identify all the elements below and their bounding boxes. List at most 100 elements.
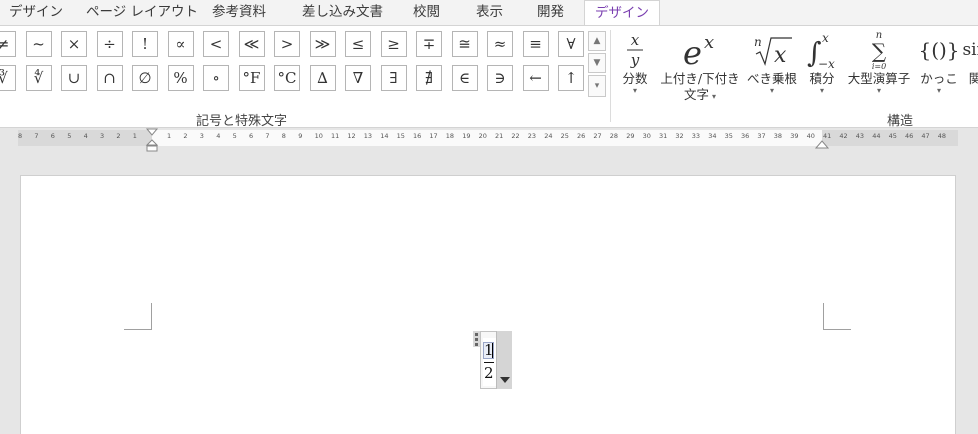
ruler-number: 1 [167, 132, 172, 140]
tab-references[interactable]: 参考資料 [212, 0, 266, 25]
symbol-button[interactable]: ∜ [25, 65, 52, 91]
symbol-button[interactable]: ≤ [345, 31, 371, 57]
ruler-number: 4 [216, 132, 221, 140]
symbol-button[interactable]: ∅ [132, 65, 158, 91]
svg-text:i=0: i=0 [872, 62, 886, 71]
symbol-button[interactable]: ∈ [451, 65, 478, 91]
tab-page-layout[interactable]: ページ レイアウト [86, 0, 198, 25]
fraction-denominator[interactable]: 2 [484, 364, 494, 382]
svg-text:−x: −x [818, 57, 835, 70]
symbol-button[interactable]: ≠ [0, 31, 16, 57]
ruler-number: 1 [132, 132, 137, 140]
chevron-down-icon: ▾ [819, 86, 824, 95]
tab-mailings[interactable]: 差し込み文書 [302, 0, 383, 25]
symbol-button[interactable]: ← [522, 65, 549, 91]
symbol-button[interactable]: °C [274, 65, 300, 91]
symbol-button[interactable]: ≪ [238, 31, 265, 57]
ruler-number: 13 [363, 132, 373, 140]
symbol-button[interactable]: ≈ [487, 31, 513, 57]
symbol-button[interactable]: ∋ [487, 65, 513, 91]
symbol-button[interactable]: > [274, 31, 300, 57]
symbol-button[interactable]: ÷ [96, 31, 123, 57]
ruler-number: 6 [249, 132, 254, 140]
summation-icon: n ∑ i=0 [841, 29, 917, 71]
function-button[interactable]: sin 関 [960, 29, 978, 87]
script-button[interactable]: e x 上付き/下付き 文字 ▾ [657, 29, 743, 103]
gallery-scroll-down-button[interactable]: ▼ [588, 53, 606, 73]
ruler-number: 6 [50, 132, 55, 140]
svg-text:x: x [631, 31, 640, 49]
tab-equation-design[interactable]: デザイン [584, 0, 660, 26]
ruler-number: 15 [396, 132, 405, 140]
svg-text:y: y [630, 51, 640, 69]
ruler-number: 2 [116, 132, 121, 140]
large-operator-button[interactable]: n ∑ i=0 大型演算子 ▾ [841, 29, 917, 95]
integral-button[interactable]: ∫ x −x 積分 ▾ [803, 29, 841, 95]
ruler-number: 47 [921, 132, 930, 140]
symbol-button[interactable]: × [61, 31, 87, 57]
equation-options-button[interactable] [496, 331, 512, 389]
ribbon-tab-bar: デザイン ページ レイアウト 参考資料 差し込み文書 校閲 表示 開発 デザイン [0, 0, 978, 26]
symbol-button[interactable]: ≥ [380, 31, 407, 57]
ruler-number: 8 [18, 132, 23, 140]
ruler-number: 18 [445, 132, 455, 140]
symbol-button[interactable]: ↑ [558, 65, 584, 91]
symbol-button[interactable]: °F [238, 65, 265, 91]
svg-text:∑: ∑ [872, 39, 887, 63]
symbol-button[interactable]: ! [132, 31, 158, 57]
symbol-button[interactable]: ∪ [61, 65, 87, 91]
ruler-number: 21 [495, 132, 504, 140]
radical-icon: n x [745, 29, 799, 71]
document-page[interactable] [20, 175, 956, 434]
ruler-number: 17 [429, 132, 438, 140]
tab-review[interactable]: 校閲 [413, 0, 440, 25]
symbol-button[interactable]: ∄ [416, 65, 442, 91]
fraction-label: 分数 [622, 71, 648, 86]
ruler-number: 5 [67, 132, 72, 140]
gallery-scroll-up-button[interactable]: ▲ [588, 31, 606, 51]
document-workspace [0, 152, 978, 434]
function-label: 関 [968, 71, 978, 86]
svg-text:n: n [754, 35, 762, 49]
symbol-button[interactable]: ≡ [522, 31, 549, 57]
symbol-button[interactable]: ∩ [96, 65, 123, 91]
radical-button[interactable]: n x べき乗根 ▾ [745, 29, 799, 95]
symbol-button[interactable]: < [203, 31, 229, 57]
symbol-button[interactable]: % [167, 65, 194, 91]
group-separator [610, 30, 611, 122]
symbol-button[interactable]: ≫ [309, 31, 336, 57]
symbol-button[interactable]: ≅ [451, 31, 478, 57]
indent-marker-icon[interactable] [144, 128, 160, 154]
ruler-number: 3 [100, 132, 105, 140]
ruler-number: 30 [642, 132, 651, 140]
large-operator-label: 大型演算子 [847, 71, 911, 86]
ruler-number: 26 [577, 132, 586, 140]
symbol-button[interactable]: ∀ [558, 31, 584, 57]
ruler-number: 29 [626, 132, 635, 140]
symbol-button[interactable]: ∝ [167, 31, 194, 57]
ribbon-panel: ≠ ~ × ÷! ∝ < ≪ > ≫ ≤ ≥ ∓ ≅ ≈ ≡ ∀ ∛ ∜ ∪ ∩ ∅% ∘ °F °C ∆ ∇ ∃ ∄ ∈ ∋ ← ↑ ▲ ▼… [0, 25, 978, 129]
symbol-button[interactable]: ∘ [203, 65, 229, 91]
bracket-label: かっこ [920, 71, 958, 86]
symbol-button[interactable]: ∛ [0, 65, 16, 91]
tab-view[interactable]: 表示 [476, 0, 503, 25]
right-indent-marker-icon[interactable] [814, 138, 830, 150]
symbol-button[interactable]: ∃ [380, 65, 407, 91]
chevron-down-icon [500, 377, 510, 383]
fraction-button[interactable]: x y 分数 ▾ [618, 29, 652, 95]
symbol-button[interactable]: ∇ [345, 65, 371, 91]
tab-developer[interactable]: 開発 [537, 0, 564, 25]
chevron-down-icon: ▾ [936, 86, 941, 95]
gallery-more-button[interactable]: ▾ [588, 75, 606, 97]
ruler-number: 38 [773, 132, 783, 140]
symbol-button[interactable]: ∆ [309, 65, 336, 91]
ruler-number: 7 [34, 132, 39, 140]
ruler-number: 4 [83, 132, 88, 140]
margin-corner-left [124, 303, 152, 330]
bracket-button[interactable]: {()} かっこ ▾ [916, 29, 962, 95]
symbol-button[interactable]: ~ [25, 31, 52, 57]
symbol-button[interactable]: ∓ [416, 31, 442, 57]
horizontal-ruler: 8 7 6 5 4 3 2 1 1 2 3 4 5 6 7 8 9 10 11 12 13 14 15 16 17 18 19 20 2… [0, 128, 978, 152]
ruler-number: 36 [741, 132, 750, 140]
tab-design[interactable]: デザイン [9, 0, 63, 25]
